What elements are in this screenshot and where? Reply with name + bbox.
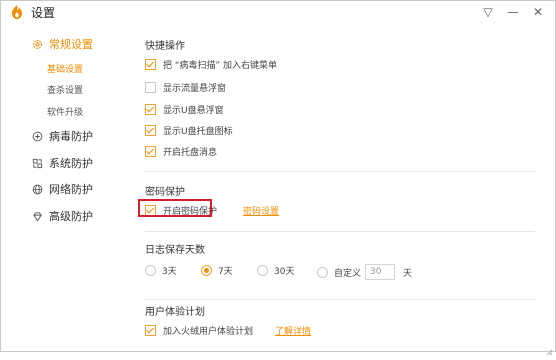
section-title-log-days: 日志保存天数 [145,245,205,256]
days-unit-label: 天 [403,268,413,279]
divider [145,231,535,232]
option-traffic-float[interactable]: 显示流量悬浮窗 [145,81,227,94]
option-label: 显示流量悬浮窗 [163,83,227,94]
radio-label: 30天 [274,267,295,277]
highlight-box [138,199,212,217]
radio-3-days[interactable]: 3天 [145,264,177,277]
minimize-button[interactable]: — [504,3,522,21]
option-label: 显示U盘托盘图标 [163,126,233,137]
subnav-basic-settings[interactable]: 基础设置 [47,62,83,75]
checkbox[interactable] [145,81,156,93]
gear-icon [31,38,43,50]
sidebar-item-network[interactable]: 网络防护 [31,181,93,197]
resize-grip-icon[interactable] [545,341,553,356]
window-title: 设置 [31,6,56,20]
title-bar: 设置 ▽ — ✕ [1,1,555,23]
sidebar-item-advanced[interactable]: 高级防护 [31,208,93,224]
checkbox[interactable] [145,124,156,136]
option-label: 把 “病毒扫描” 加入右键菜单 [163,60,278,71]
option-context-menu-scan[interactable]: 把 “病毒扫描” 加入右键菜单 [145,58,278,71]
radio[interactable] [317,266,328,278]
radio-7-days[interactable]: 7天 [201,264,233,277]
section-title-password: 密码保护 [145,187,185,198]
diamond-icon [31,210,43,222]
option-usb-float[interactable]: 显示U盘悬浮窗 [145,103,224,116]
password-settings-link[interactable]: 密码设置 [243,204,279,217]
sidebar-item-label: 常规设置 [49,38,93,51]
radio-custom-days[interactable]: 自定义 30 天 [317,264,412,280]
checkbox[interactable] [145,324,156,336]
globe-icon [31,183,43,195]
option-label: 加入火绒用户体验计划 [163,326,254,337]
section-title-shortcut: 快捷操作 [145,41,185,52]
checkbox[interactable] [145,103,156,115]
radio-label: 7天 [218,267,233,277]
checkbox[interactable] [145,145,156,157]
section-title-ux-plan: 用户体验计划 [145,307,205,318]
sidebar-item-label: 系统防护 [49,157,93,170]
sidebar: 常规设置 基础设置 查杀设置 软件升级 病毒防护 系统防护 网络防护 高级防护 [1,23,119,351]
sidebar-item-label: 高级防护 [49,210,93,223]
radio[interactable] [145,265,156,276]
settings-window: 设置 ▽ — ✕ 常规设置 基础设置 查杀设置 软件升级 病毒防护 系统防护 网… [0,0,556,356]
radio-label: 3天 [162,267,177,277]
radio[interactable] [201,265,212,276]
option-tray-messages[interactable]: 开启托盘消息 [145,145,218,158]
custom-days-input[interactable]: 30 [365,264,396,280]
subnav-scan-settings[interactable]: 查杀设置 [47,83,83,96]
divider [145,171,535,172]
app-logo-icon [9,4,25,20]
radio[interactable] [257,265,268,276]
radio-label: 自定义 [334,268,362,279]
sidebar-item-general[interactable]: 常规设置 [31,36,93,52]
learn-more-link[interactable]: 了解详情 [275,324,311,337]
shield-plus-icon [31,130,43,142]
sidebar-item-virus[interactable]: 病毒防护 [31,128,93,144]
system-icon [31,157,43,169]
menu-dropdown-icon[interactable]: ▽ [479,3,497,21]
option-label: 开启托盘消息 [163,147,218,158]
settings-content: 快捷操作 把 “病毒扫描” 加入右键菜单 显示流量悬浮窗 显示U盘悬浮窗 显示U… [119,23,555,351]
sidebar-item-system[interactable]: 系统防护 [31,155,93,171]
sidebar-item-label: 网络防护 [49,183,93,196]
option-ux-plan[interactable]: 加入火绒用户体验计划 了解详情 [145,324,311,337]
subnav-software-upgrade[interactable]: 软件升级 [47,105,83,118]
sidebar-item-label: 病毒防护 [49,130,93,143]
option-label: 显示U盘悬浮窗 [163,105,224,116]
divider [145,299,535,300]
checkbox[interactable] [145,58,156,70]
option-usb-tray-icon[interactable]: 显示U盘托盘图标 [145,124,233,137]
close-button[interactable]: ✕ [529,3,547,21]
radio-30-days[interactable]: 30天 [257,264,294,277]
